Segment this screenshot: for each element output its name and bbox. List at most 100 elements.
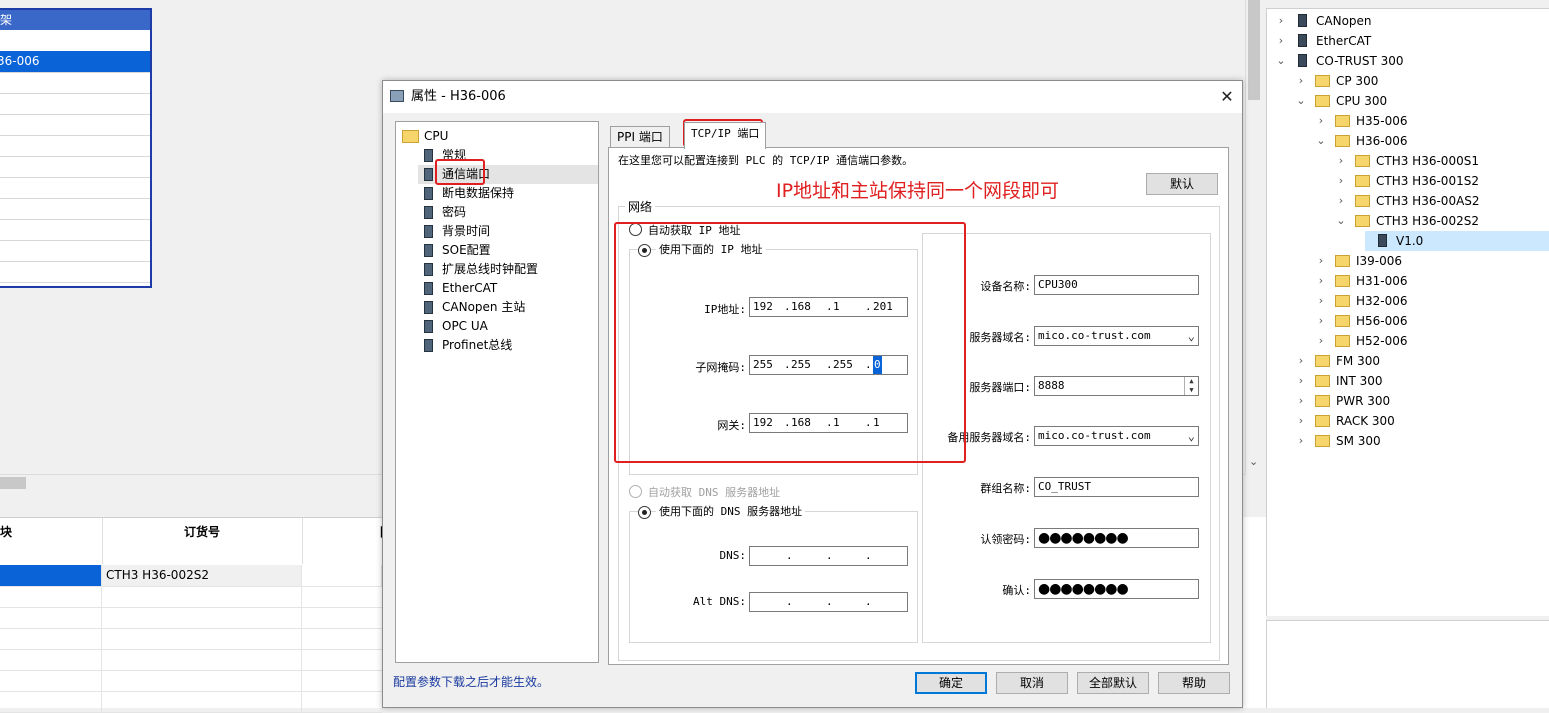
rack-slot[interactable] bbox=[0, 198, 150, 220]
spinner-arrows-icon[interactable]: ▲ ▼ bbox=[1184, 377, 1198, 395]
rack-slot[interactable] bbox=[0, 93, 150, 115]
chevron-down-icon[interactable]: ⌄ bbox=[1188, 327, 1195, 345]
chevron-right-icon[interactable]: › bbox=[1295, 371, 1307, 391]
chevron-right-icon[interactable]: › bbox=[1275, 31, 1287, 51]
confirm-password-field[interactable]: ●●●●●●●● bbox=[1034, 579, 1199, 599]
rack-slot-selected[interactable]: H36-006 bbox=[0, 51, 150, 73]
cancel-button[interactable]: 取消 bbox=[996, 672, 1068, 694]
nav-item[interactable]: Profinet总线 bbox=[418, 336, 598, 355]
all-default-button[interactable]: 全部默认 bbox=[1077, 672, 1149, 694]
tree-node[interactable]: › PWR 300 bbox=[1267, 391, 1549, 411]
dns-field[interactable]: ... bbox=[749, 546, 908, 566]
chevron-right-icon[interactable]: › bbox=[1295, 391, 1307, 411]
nav-root-cpu[interactable]: CPU bbox=[424, 127, 448, 146]
tree-node[interactable]: V1.0 bbox=[1365, 231, 1549, 251]
tree-node[interactable]: › FM 300 bbox=[1267, 351, 1549, 371]
chevron-down-icon[interactable]: ⌄ bbox=[1335, 211, 1347, 231]
chevron-right-icon[interactable]: › bbox=[1295, 71, 1307, 91]
table-row[interactable]: CTH3 H36-002S2 bbox=[0, 565, 382, 587]
table-row[interactable] bbox=[0, 628, 382, 650]
chevron-right-icon[interactable]: › bbox=[1275, 11, 1287, 31]
tree-node[interactable]: › CTH3 H36-00AS2 bbox=[1267, 191, 1549, 211]
table-row[interactable] bbox=[0, 670, 382, 692]
table-row[interactable] bbox=[0, 586, 382, 608]
nav-item[interactable]: CANopen 主站 bbox=[418, 298, 598, 317]
tree-node[interactable]: › CP 300 bbox=[1267, 71, 1549, 91]
tree-node[interactable]: ⌄ CTH3 H36-002S2 bbox=[1267, 211, 1549, 231]
tree-node[interactable]: › SM 300 bbox=[1267, 431, 1549, 451]
chevron-right-icon[interactable]: › bbox=[1335, 191, 1347, 211]
nav-item[interactable]: 背景时间 bbox=[418, 222, 598, 241]
tree-node[interactable]: › EtherCAT bbox=[1267, 31, 1549, 51]
chevron-down-icon[interactable]: ⌄ bbox=[1249, 455, 1258, 468]
backup-server-domain-select[interactable]: mico.co-trust.com ⌄ bbox=[1034, 426, 1199, 446]
device-name-field[interactable]: CPU300 bbox=[1034, 275, 1199, 295]
auto-dns-radio[interactable] bbox=[629, 485, 642, 498]
rack-slot[interactable] bbox=[0, 72, 150, 94]
alt-dns-field[interactable]: ... bbox=[749, 592, 908, 612]
chevron-down-icon[interactable]: ⌄ bbox=[1315, 131, 1327, 151]
tree-node[interactable]: › H32-006 bbox=[1267, 291, 1549, 311]
tree-node[interactable]: › CTH3 H36-001S2 bbox=[1267, 171, 1549, 191]
dialog-titlebar[interactable]: 属性 - H36-006 ✕ bbox=[383, 81, 1242, 113]
rack-slot[interactable] bbox=[0, 240, 150, 262]
rack-slot[interactable] bbox=[0, 177, 150, 199]
rack-slot[interactable] bbox=[0, 30, 150, 52]
chevron-right-icon[interactable]: › bbox=[1315, 311, 1327, 331]
tree-node[interactable]: › H31-006 bbox=[1267, 271, 1549, 291]
nav-item[interactable]: 扩展总线时钟配置 bbox=[418, 260, 598, 279]
default-button[interactable]: 默认 bbox=[1146, 173, 1218, 195]
chevron-right-icon[interactable]: › bbox=[1335, 151, 1347, 171]
help-button[interactable]: 帮助 bbox=[1158, 672, 1230, 694]
chevron-right-icon[interactable]: › bbox=[1315, 291, 1327, 311]
tree-node[interactable]: › H35-006 bbox=[1267, 111, 1549, 131]
ok-button[interactable]: 确定 bbox=[915, 672, 987, 694]
tab-ppi-port[interactable]: PPI 端口 bbox=[610, 126, 670, 148]
tree-node[interactable]: › CTH3 H36-000S1 bbox=[1267, 151, 1549, 171]
chevron-right-icon[interactable]: › bbox=[1315, 271, 1327, 291]
tab-tcpip-port[interactable]: TCP/IP 端口 bbox=[684, 122, 767, 149]
tree-node[interactable]: › RACK 300 bbox=[1267, 411, 1549, 431]
tree-node[interactable]: ⌄ CPU 300 bbox=[1267, 91, 1549, 111]
rack-slot[interactable] bbox=[0, 219, 150, 241]
group-name-field[interactable]: CO_TRUST bbox=[1034, 477, 1199, 497]
rack-slot[interactable] bbox=[0, 261, 150, 283]
nav-item[interactable]: EtherCAT bbox=[418, 279, 598, 298]
tree-node[interactable]: › CANopen bbox=[1267, 11, 1549, 31]
close-icon[interactable]: ✕ bbox=[1217, 87, 1237, 107]
chevron-down-icon[interactable]: ⌄ bbox=[1188, 427, 1195, 445]
tree-node[interactable]: ⌄ CO-TRUST 300 bbox=[1267, 51, 1549, 71]
manual-dns-radio[interactable] bbox=[638, 506, 651, 519]
tree-node[interactable]: › H56-006 bbox=[1267, 311, 1549, 331]
chevron-right-icon[interactable]: › bbox=[1315, 251, 1327, 271]
nav-item[interactable]: OPC UA bbox=[418, 317, 598, 336]
table-row[interactable] bbox=[0, 691, 382, 713]
scrollbar-thumb[interactable] bbox=[0, 477, 26, 489]
chevron-right-icon[interactable]: › bbox=[1295, 351, 1307, 371]
scrollbar-thumb[interactable] bbox=[1248, 0, 1260, 100]
chevron-right-icon[interactable]: › bbox=[1295, 431, 1307, 451]
column-header-module[interactable]: 模块 bbox=[0, 518, 103, 564]
rack-slot[interactable] bbox=[0, 114, 150, 136]
chevron-down-icon[interactable]: ⌄ bbox=[1275, 51, 1287, 71]
table-row[interactable] bbox=[0, 607, 382, 629]
chevron-right-icon[interactable]: › bbox=[1315, 111, 1327, 131]
nav-item[interactable]: 断电数据保持 bbox=[418, 184, 598, 203]
vertical-scrollbar[interactable]: ⌄ bbox=[1245, 0, 1263, 475]
tree-node[interactable]: ⌄ H36-006 bbox=[1267, 131, 1549, 151]
claim-password-field[interactable]: ●●●●●●●● bbox=[1034, 528, 1199, 548]
server-domain-select[interactable]: mico.co-trust.com ⌄ bbox=[1034, 326, 1199, 346]
tree-node[interactable]: › INT 300 bbox=[1267, 371, 1549, 391]
chevron-right-icon[interactable]: › bbox=[1315, 331, 1327, 351]
column-header-order-number[interactable]: 订货号 bbox=[102, 518, 303, 564]
nav-item[interactable]: 密码 bbox=[418, 203, 598, 222]
rack-slot[interactable] bbox=[0, 135, 150, 157]
tree-node[interactable]: › I39-006 bbox=[1267, 251, 1549, 271]
rack-slot[interactable] bbox=[0, 156, 150, 178]
table-row[interactable] bbox=[0, 649, 382, 671]
tree-node[interactable]: › H52-006 bbox=[1267, 331, 1549, 351]
server-port-spinner[interactable]: 8888 ▲ ▼ bbox=[1034, 376, 1199, 396]
chevron-down-icon[interactable]: ⌄ bbox=[1295, 91, 1307, 111]
nav-item[interactable]: SOE配置 bbox=[418, 241, 598, 260]
chevron-right-icon[interactable]: › bbox=[1295, 411, 1307, 431]
